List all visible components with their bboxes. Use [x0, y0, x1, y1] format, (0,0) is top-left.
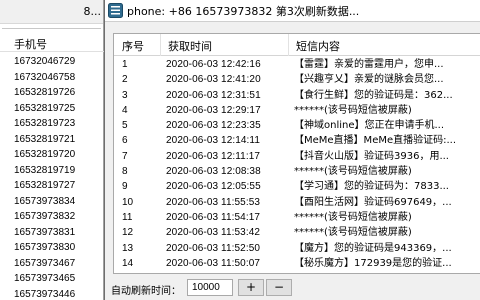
row-content: ******(该号码短信被屏蔽): [294, 104, 412, 116]
row-content: 【秘乐魔方】172939是您的验证...: [294, 257, 452, 269]
row-time: 2020-06-03 12:29:17: [166, 104, 261, 116]
row-content: 【酉阳生活网】验证码697649，...: [294, 196, 452, 208]
row-index: 6: [122, 135, 128, 147]
row-time: 2020-06-03 12:31:51: [166, 89, 261, 101]
phone-column-header[interactable]: 手机号: [0, 34, 104, 52]
sms-table: 序号 获取时间 短信内容 1 2020-06-03 12:42:16 【雷霆】亲爱的…: [113, 33, 480, 274]
row-time: 2020-06-03 12:08:38: [166, 166, 261, 178]
row-index: 8: [122, 166, 128, 178]
sms-table-header: 序号 获取时间 短信内容: [114, 34, 480, 56]
row-index: 2: [122, 74, 128, 86]
phone-list-item[interactable]: 16573973467: [0, 256, 104, 272]
phone-list-item[interactable]: 16573973831: [0, 225, 104, 241]
row-time: 2020-06-03 12:11:17: [166, 150, 261, 162]
divider: [2, 28, 101, 30]
phone-list-item[interactable]: 16532819720: [0, 147, 104, 163]
row-time: 2020-06-03 11:55:53: [166, 196, 261, 208]
app-list-icon: [108, 3, 123, 18]
row-time: 2020-06-03 11:53:42: [166, 227, 261, 239]
phone-list-item[interactable]: 16732046729: [0, 54, 104, 70]
row-index: 5: [122, 120, 128, 132]
increase-button[interactable]: +: [238, 279, 264, 296]
row-time: 2020-06-03 11:54:17: [166, 211, 261, 223]
row-content: ******(该号码短信被屏蔽): [294, 166, 412, 178]
phone-list-item[interactable]: 16532819725: [0, 101, 104, 117]
row-content: ******(该号码短信被屏蔽): [294, 211, 412, 223]
row-index: 10: [122, 196, 134, 208]
table-row[interactable]: 11 2020-06-03 11:54:17 ******(该号码短信被屏蔽): [114, 210, 480, 225]
phone-list-window: 8... 手机号 16732046729 16732046758 165328197…: [0, 0, 104, 300]
row-index: 9: [122, 181, 128, 193]
row-index: 13: [122, 242, 134, 254]
phone-column-header-label: 手机号: [14, 38, 47, 51]
column-header-time[interactable]: 获取时间: [168, 38, 212, 54]
table-row[interactable]: 6 2020-06-03 12:14:11 【MeMe直播】MeMe直播验证码:..…: [114, 133, 480, 148]
phone-list-item[interactable]: 16532819727: [0, 178, 104, 194]
sms-table-body: 1 2020-06-03 12:42:16 【雷霆】亲爱的雷霆用户，您申... 2 20…: [114, 57, 480, 271]
sms-window: phone: +86 16573973832 第3次刷新数据... 序号 获取时…: [104, 0, 480, 300]
column-header-content[interactable]: 短信内容: [296, 38, 340, 54]
sms-window-title: phone: +86 16573973832 第3次刷新数据...: [127, 5, 360, 18]
row-index: 14: [122, 257, 134, 269]
table-row[interactable]: 1 2020-06-03 12:42:16 【雷霆】亲爱的雷霆用户，您申...: [114, 57, 480, 72]
refresh-interval-input[interactable]: 10000: [187, 279, 233, 296]
row-index: 7: [122, 150, 128, 162]
row-time: 2020-06-03 12:05:55: [166, 181, 261, 193]
left-window-titlebar: 8...: [0, 0, 103, 24]
left-window-title-fragment: 8...: [83, 5, 102, 18]
column-divider[interactable]: [288, 34, 289, 56]
row-index: 11: [122, 211, 133, 223]
row-time: 2020-06-03 11:50:07: [166, 257, 261, 269]
table-row[interactable]: 5 2020-06-03 12:23:35 【神域online】您正在申请手机...: [114, 118, 480, 133]
table-row[interactable]: 7 2020-06-03 12:11:17 【抖音火山版】验证码3936，用...: [114, 149, 480, 164]
phone-list-item[interactable]: 16532819719: [0, 163, 104, 179]
row-index: 4: [122, 104, 128, 116]
phone-list-item[interactable]: 16532819721: [0, 132, 104, 148]
sms-window-titlebar: phone: +86 16573973832 第3次刷新数据...: [105, 0, 480, 22]
phone-list: 16732046729 16732046758 16532819726 1653281…: [0, 54, 104, 300]
row-content: 【食行生鲜】您的验证码是：362...: [294, 89, 453, 101]
table-row[interactable]: 3 2020-06-03 12:31:51 【食行生鲜】您的验证码是：362...: [114, 88, 480, 103]
row-index: 3: [122, 89, 128, 101]
phone-list-item[interactable]: 16573973465: [0, 271, 104, 287]
phone-list-item[interactable]: 16573973832: [0, 209, 104, 225]
row-index: 12: [122, 227, 134, 239]
row-content: 【抖音火山版】验证码3936，用...: [294, 150, 449, 162]
table-row[interactable]: 12 2020-06-03 11:53:42 ******(该号码短信被屏蔽): [114, 225, 480, 240]
row-content: 【学习通】您的验证码为：7833...: [294, 181, 449, 193]
row-content: 【MeMe直播】MeMe直播验证码:...: [294, 135, 457, 147]
row-time: 2020-06-03 12:23:35: [166, 120, 261, 132]
refresh-interval-label: 自动刷新时间：: [111, 286, 181, 297]
row-time: 2020-06-03 11:52:50: [166, 242, 261, 254]
table-row[interactable]: 9 2020-06-03 12:05:55 【学习通】您的验证码为：7833...: [114, 179, 480, 194]
phone-list-item[interactable]: 16532819723: [0, 116, 104, 132]
phone-list-item[interactable]: 16573973446: [0, 287, 104, 300]
phone-list-item[interactable]: 16532819726: [0, 85, 104, 101]
row-content: ******(该号码短信被屏蔽): [294, 227, 412, 239]
phone-list-item[interactable]: 16573973830: [0, 240, 104, 256]
row-content: 【兴趣亨乂】亲爱的谜脉会员您...: [294, 74, 444, 86]
row-content: 【魔方】您的验证码是943369，...: [294, 242, 452, 254]
row-time: 2020-06-03 12:41:20: [166, 74, 261, 86]
row-time: 2020-06-03 12:42:16: [166, 59, 261, 70]
row-content: 【雷霆】亲爱的雷霆用户，您申...: [294, 59, 444, 70]
row-time: 2020-06-03 12:14:11: [166, 135, 261, 147]
phone-list-item[interactable]: 16732046758: [0, 70, 104, 86]
decrease-button[interactable]: −: [266, 279, 292, 296]
column-header-index[interactable]: 序号: [122, 38, 144, 54]
table-row[interactable]: 10 2020-06-03 11:55:53 【酉阳生活网】验证码697649，..…: [114, 195, 480, 210]
refresh-controls: 自动刷新时间： 10000 + −: [105, 276, 480, 300]
table-row[interactable]: 13 2020-06-03 11:52:50 【魔方】您的验证码是943369，..…: [114, 241, 480, 256]
column-divider[interactable]: [160, 34, 161, 56]
table-row[interactable]: 2 2020-06-03 12:41:20 【兴趣亨乂】亲爱的谜脉会员您...: [114, 72, 480, 87]
row-content: 【神域online】您正在申请手机...: [294, 120, 445, 132]
table-row[interactable]: 8 2020-06-03 12:08:38 ******(该号码短信被屏蔽): [114, 164, 480, 179]
phone-list-item[interactable]: 16573973834: [0, 194, 104, 210]
table-row[interactable]: 4 2020-06-03 12:29:17 ******(该号码短信被屏蔽): [114, 103, 480, 118]
row-index: 1: [122, 59, 128, 70]
table-row[interactable]: 14 2020-06-03 11:50:07 【秘乐魔方】172939是您的验证..…: [114, 256, 480, 271]
